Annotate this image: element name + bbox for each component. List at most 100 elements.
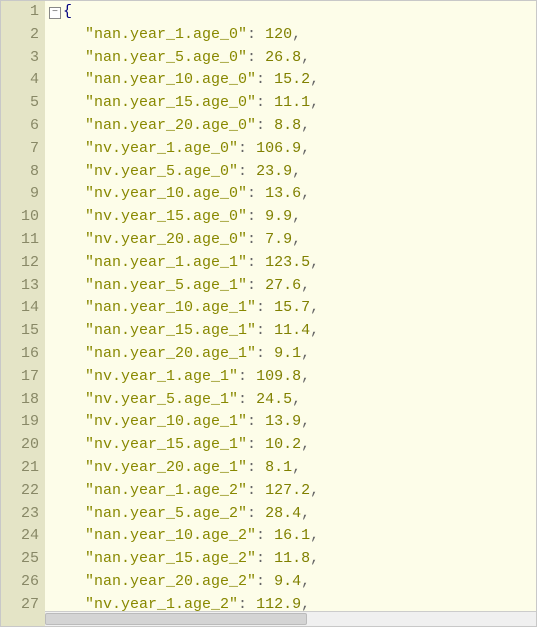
json-value: 106.9 <box>256 140 301 157</box>
indent <box>49 163 85 180</box>
json-key: "nv.year_1.age_1" <box>85 368 238 385</box>
json-key: "nv.year_10.age_0" <box>85 185 247 202</box>
line-number: 1 <box>1 1 39 24</box>
code-line[interactable]: "nan.year_10.age_2": 16.1, <box>45 525 536 548</box>
comma: , <box>301 436 310 453</box>
code-line[interactable]: "nan.year_5.age_0": 26.8, <box>45 47 536 70</box>
json-key: "nan.year_20.age_1" <box>85 345 256 362</box>
code-line[interactable]: "nv.year_5.age_0": 23.9, <box>45 161 536 184</box>
code-line[interactable]: "nv.year_20.age_1": 8.1, <box>45 457 536 480</box>
indent <box>49 436 85 453</box>
line-number: 18 <box>1 389 39 412</box>
code-line[interactable]: "nan.year_20.age_0": 8.8, <box>45 115 536 138</box>
indent <box>49 231 85 248</box>
comma: , <box>310 550 319 567</box>
comma: , <box>301 49 310 66</box>
code-line[interactable]: "nan.year_1.age_2": 127.2, <box>45 480 536 503</box>
code-line[interactable]: "nv.year_10.age_0": 13.6, <box>45 183 536 206</box>
json-value: 127.2 <box>265 482 310 499</box>
json-key: "nv.year_5.age_1" <box>85 391 238 408</box>
line-number: 21 <box>1 457 39 480</box>
line-number: 24 <box>1 525 39 548</box>
json-value: 9.1 <box>274 345 301 362</box>
colon: : <box>238 391 256 408</box>
colon: : <box>256 94 274 111</box>
colon: : <box>247 231 265 248</box>
line-number: 19 <box>1 411 39 434</box>
code-line[interactable]: "nan.year_1.age_1": 123.5, <box>45 252 536 275</box>
colon: : <box>238 163 256 180</box>
colon: : <box>256 527 274 544</box>
indent <box>49 391 85 408</box>
code-line[interactable]: "nan.year_10.age_0": 15.2, <box>45 69 536 92</box>
code-line[interactable]: "nv.year_15.age_0": 9.9, <box>45 206 536 229</box>
indent <box>49 459 85 476</box>
indent <box>49 277 85 294</box>
scrollbar-thumb[interactable] <box>45 613 307 625</box>
line-number: 26 <box>1 571 39 594</box>
indent <box>49 322 85 339</box>
json-value: 8.8 <box>274 117 301 134</box>
code-line[interactable]: "nv.year_15.age_1": 10.2, <box>45 434 536 457</box>
colon: : <box>256 345 274 362</box>
comma: , <box>301 505 310 522</box>
json-value: 11.4 <box>274 322 310 339</box>
code-line[interactable]: "nan.year_15.age_2": 11.8, <box>45 548 536 571</box>
colon: : <box>256 322 274 339</box>
code-line[interactable]: "nan.year_1.age_0": 120, <box>45 24 536 47</box>
code-line[interactable]: "nan.year_15.age_1": 11.4, <box>45 320 536 343</box>
line-number: 25 <box>1 548 39 571</box>
comma: , <box>310 527 319 544</box>
code-line[interactable]: "nv.year_10.age_1": 13.9, <box>45 411 536 434</box>
json-value: 120 <box>265 26 292 43</box>
code-line[interactable]: "nan.year_5.age_2": 28.4, <box>45 503 536 526</box>
code-line[interactable]: "nan.year_20.age_2": 9.4, <box>45 571 536 594</box>
line-number: 14 <box>1 297 39 320</box>
comma: , <box>292 231 301 248</box>
line-number: 6 <box>1 115 39 138</box>
code-line[interactable]: "nan.year_20.age_1": 9.1, <box>45 343 536 366</box>
code-line[interactable]: "nan.year_5.age_1": 27.6, <box>45 275 536 298</box>
horizontal-scrollbar[interactable] <box>45 611 536 626</box>
fold-toggle-icon[interactable]: − <box>49 7 61 19</box>
code-editor[interactable]: 1234567891011121314151617181920212223242… <box>0 0 537 627</box>
indent <box>49 185 85 202</box>
comma: , <box>292 26 301 43</box>
line-number: 10 <box>1 206 39 229</box>
code-line[interactable]: "nv.year_1.age_1": 109.8, <box>45 366 536 389</box>
colon: : <box>247 185 265 202</box>
code-line[interactable]: "nv.year_1.age_0": 106.9, <box>45 138 536 161</box>
code-line[interactable]: "nan.year_15.age_0": 11.1, <box>45 92 536 115</box>
indent <box>49 208 85 225</box>
comma: , <box>301 277 310 294</box>
colon: : <box>247 505 265 522</box>
code-area[interactable]: −{ "nan.year_1.age_0": 120, "nan.year_5.… <box>45 1 536 626</box>
code-line[interactable]: "nv.year_5.age_1": 24.5, <box>45 389 536 412</box>
code-line[interactable]: "nan.year_10.age_1": 15.7, <box>45 297 536 320</box>
json-value: 13.9 <box>265 413 301 430</box>
colon: : <box>256 71 274 88</box>
json-value: 13.6 <box>265 185 301 202</box>
indent <box>49 482 85 499</box>
indent <box>49 94 85 111</box>
indent <box>49 345 85 362</box>
json-key: "nan.year_5.age_1" <box>85 277 247 294</box>
code-line[interactable]: −{ <box>45 1 536 24</box>
colon: : <box>256 117 274 134</box>
colon: : <box>247 208 265 225</box>
comma: , <box>301 140 310 157</box>
comma: , <box>301 368 310 385</box>
line-number-gutter: 1234567891011121314151617181920212223242… <box>1 1 45 626</box>
json-value: 123.5 <box>265 254 310 271</box>
open-brace: { <box>63 3 72 20</box>
json-value: 109.8 <box>256 368 301 385</box>
json-key: "nan.year_20.age_2" <box>85 573 256 590</box>
json-key: "nan.year_1.age_0" <box>85 26 247 43</box>
json-value: 15.2 <box>274 71 310 88</box>
json-value: 8.1 <box>265 459 292 476</box>
comma: , <box>310 71 319 88</box>
json-key: "nv.year_1.age_0" <box>85 140 238 157</box>
code-line[interactable]: "nv.year_20.age_0": 7.9, <box>45 229 536 252</box>
colon: : <box>256 299 274 316</box>
line-number: 13 <box>1 275 39 298</box>
